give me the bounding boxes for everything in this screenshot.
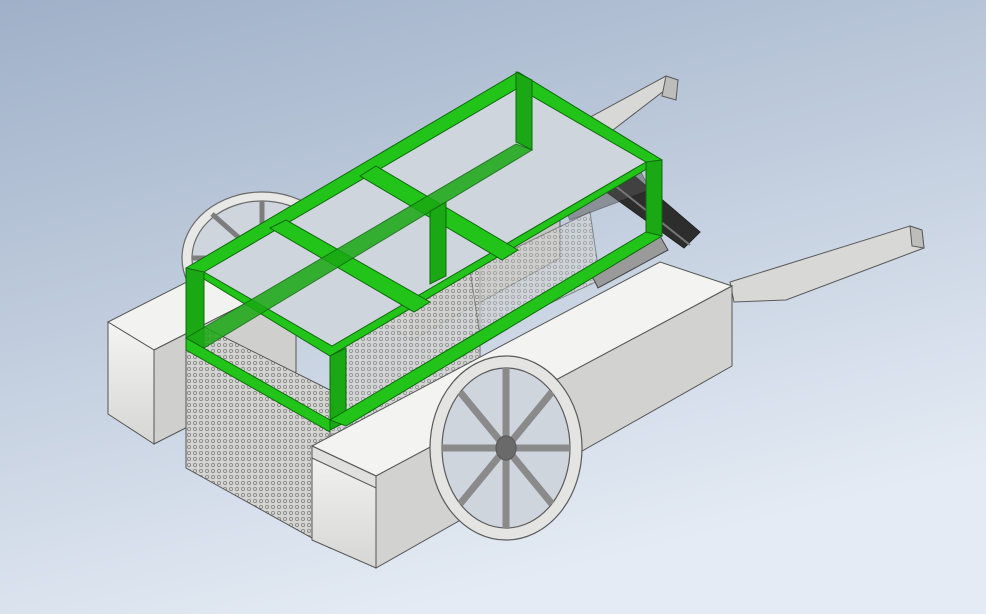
cad-viewport[interactable]: [0, 0, 986, 614]
front-wheel: [429, 355, 583, 541]
cad-model-scene: [0, 0, 986, 614]
